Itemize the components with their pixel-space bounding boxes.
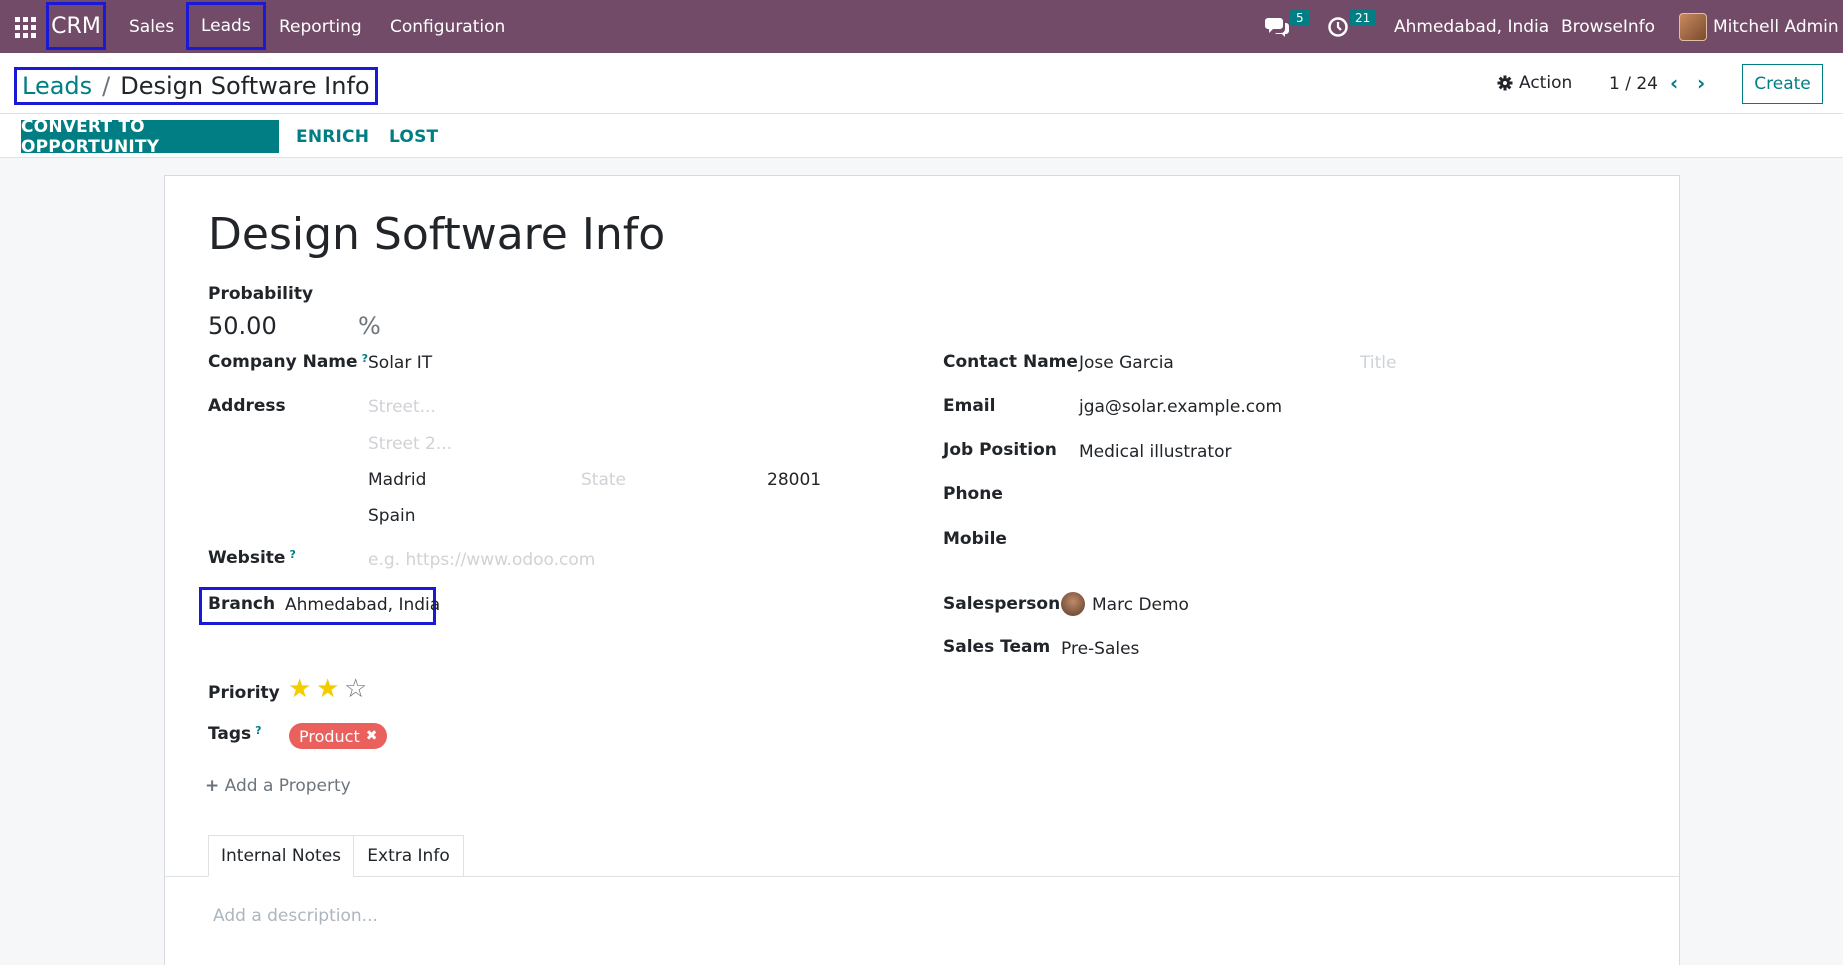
user-avatar[interactable] — [1679, 13, 1707, 41]
job-position-field[interactable]: Medical illustrator — [1079, 442, 1231, 462]
create-button[interactable]: Create — [1742, 64, 1823, 104]
contact-name-field[interactable]: Jose Garcia — [1079, 353, 1174, 373]
chat-icon — [1265, 17, 1289, 37]
menu-reporting[interactable]: Reporting — [279, 0, 362, 53]
tag-product[interactable]: Product ✖ — [289, 723, 388, 749]
pager-value[interactable]: 1 / 24 — [1609, 74, 1658, 94]
probability-unit: % — [358, 312, 381, 340]
company-name-field[interactable]: Solar IT — [368, 353, 432, 373]
menu-sales[interactable]: Sales — [129, 0, 174, 53]
website-label-text: Website — [208, 548, 286, 568]
phone-label: Phone — [943, 484, 1003, 504]
priority-star-1-icon[interactable]: ★ — [288, 676, 311, 702]
top-navbar: CRM Sales Leads Reporting Configuration … — [0, 0, 1843, 53]
breadcrumb-separator: / — [102, 72, 111, 100]
tags-help-icon[interactable]: ? — [255, 724, 261, 737]
convert-to-opportunity-button[interactable]: CONVERT TO OPPORTUNITY — [21, 117, 279, 157]
app-brand-crm[interactable]: CRM — [46, 2, 106, 50]
breadcrumb-leads-link[interactable]: Leads — [22, 72, 92, 100]
street2-field[interactable]: Street 2... — [368, 434, 452, 454]
email-label: Email — [943, 396, 996, 416]
action-label: Action — [1519, 73, 1573, 93]
tag-remove-icon[interactable]: ✖ — [366, 728, 378, 744]
job-position-label: Job Position — [943, 440, 1057, 460]
website-help-icon[interactable]: ? — [289, 548, 295, 561]
priority-star-2-icon[interactable]: ★ — [316, 676, 339, 702]
salesperson-field[interactable]: Marc Demo — [1092, 595, 1189, 615]
messages-button[interactable] — [1265, 0, 1289, 53]
activities-count-badge: 21 — [1349, 10, 1377, 26]
lead-title[interactable]: Design Software Info — [208, 209, 665, 260]
tags-label-text: Tags — [208, 724, 252, 744]
gear-icon — [1497, 75, 1513, 91]
add-property-button[interactable]: + Add a Property — [205, 776, 351, 796]
plus-icon: + — [205, 776, 220, 796]
zip-field[interactable]: 28001 — [767, 470, 821, 490]
form-sheet: Design Software Info Probability 50.00 %… — [164, 175, 1680, 965]
contact-title-field[interactable]: Title — [1360, 353, 1396, 373]
tab-internal-notes[interactable]: Internal Notes — [208, 835, 354, 877]
state-field[interactable]: State — [581, 470, 626, 490]
menu-leads[interactable]: Leads — [186, 2, 266, 50]
company-name-label: Company Name? — [208, 352, 368, 372]
enrich-button[interactable]: ENRICH — [296, 120, 369, 153]
salesperson-avatar — [1061, 592, 1085, 616]
breadcrumb: Leads / Design Software Info — [14, 67, 378, 105]
country-field[interactable]: Spain — [368, 506, 416, 526]
company-switcher[interactable]: BrowseInfo — [1561, 0, 1655, 53]
sales-team-label: Sales Team — [943, 637, 1051, 657]
control-panel-divider — [0, 113, 1843, 114]
apps-menu-icon[interactable] — [14, 16, 36, 38]
action-menu-button[interactable]: Action — [1497, 73, 1572, 93]
probability-input[interactable]: 50.00 — [208, 312, 277, 340]
pager-next-icon[interactable]: › — [1697, 71, 1705, 95]
city-field[interactable]: Madrid — [368, 470, 426, 490]
user-menu[interactable]: Mitchell Admin — [1713, 0, 1839, 53]
branch-switcher[interactable]: Ahmedabad, India — [1394, 0, 1549, 53]
branch-field[interactable]: Ahmedabad, India — [285, 595, 440, 615]
pager-previous-icon[interactable]: ‹ — [1670, 71, 1678, 95]
company-name-help-icon[interactable]: ? — [362, 352, 368, 365]
probability-label: Probability — [208, 284, 314, 304]
branch-label: Branch — [208, 594, 276, 614]
menu-configuration[interactable]: Configuration — [390, 0, 505, 53]
activities-button[interactable] — [1327, 0, 1349, 53]
description-editor[interactable]: Add a description... — [213, 906, 378, 926]
sales-team-field[interactable]: Pre-Sales — [1061, 639, 1139, 659]
website-label: Website? — [208, 548, 296, 568]
priority-label: Priority — [208, 683, 280, 703]
messages-count-badge: 5 — [1290, 10, 1310, 26]
breadcrumb-current: Design Software Info — [120, 72, 370, 100]
website-field[interactable]: e.g. https://www.odoo.com — [368, 550, 595, 570]
add-property-label: Add a Property — [224, 776, 351, 796]
company-name-label-text: Company Name — [208, 352, 358, 372]
email-field[interactable]: jga@solar.example.com — [1079, 397, 1282, 417]
control-panel: Leads / Design Software Info Action 1 / … — [0, 53, 1843, 158]
tags-label: Tags? — [208, 724, 262, 744]
street-field[interactable]: Street... — [368, 397, 436, 417]
salesperson-label: Salesperson — [943, 594, 1061, 614]
contact-name-label: Contact Name — [943, 352, 1078, 372]
tag-label: Product — [299, 726, 360, 746]
mobile-label: Mobile — [943, 529, 1007, 549]
clock-icon — [1328, 16, 1348, 37]
address-label: Address — [208, 396, 286, 416]
tab-extra-info[interactable]: Extra Info — [353, 835, 464, 877]
priority-star-3-icon[interactable]: ☆ — [344, 676, 367, 702]
lost-button[interactable]: LOST — [389, 120, 438, 153]
